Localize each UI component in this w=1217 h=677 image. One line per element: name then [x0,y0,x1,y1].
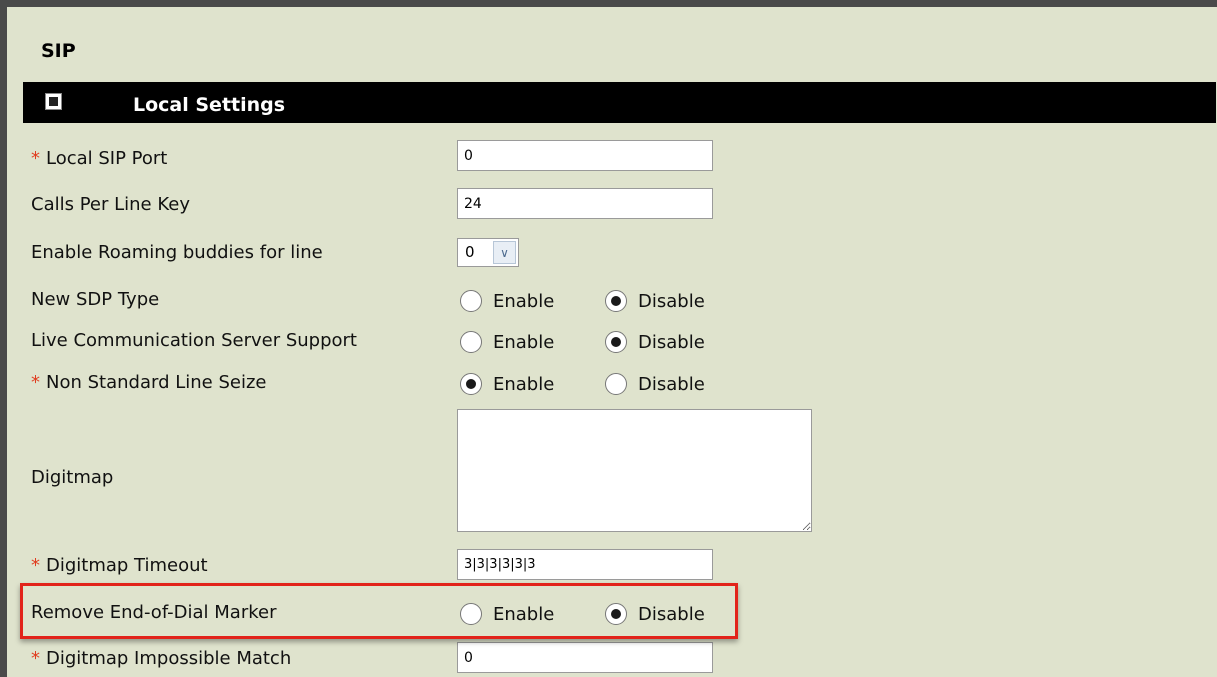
required-marker: * [31,148,40,169]
roaming-buddies-label: Enable Roaming buddies for line [31,242,323,263]
lcs-support-enable-label: Enable [493,332,555,353]
digitmap-textarea[interactable] [457,409,812,532]
new-sdp-type-enable-radio[interactable] [460,290,482,312]
digitmap-timeout-label: * Digitmap Timeout [31,555,208,576]
local-sip-port-label: * Local SIP Port [31,148,168,169]
digitmap-timeout-input[interactable] [457,549,713,580]
chevron-down-icon[interactable]: ∨ [493,241,516,264]
collapse-minus-icon[interactable] [45,93,62,110]
new-sdp-type-label: New SDP Type [31,289,160,310]
required-marker: * [31,372,40,393]
new-sdp-type-disable-label: Disable [638,291,705,312]
line-seize-disable-label: Disable [638,374,705,395]
digitmap-impossible-match-label: * Digitmap Impossible Match [31,648,292,669]
roaming-buddies-select[interactable]: 0 ∨ [457,238,519,267]
required-marker: * [31,648,40,669]
lcs-support-disable-label: Disable [638,332,705,353]
calls-per-line-key-label: Calls Per Line Key [31,194,190,215]
local-sip-port-input[interactable] [457,140,713,171]
settings-panel: SIP Local Settings *Local SIP Port Calls… [0,0,1217,677]
digitmap-label: Digitmap [31,467,114,488]
line-seize-enable-radio[interactable] [460,373,482,395]
section-title: SIP [41,40,76,62]
new-sdp-type-disable-radio[interactable] [605,290,627,312]
required-marker: * [31,555,40,576]
line-seize-disable-radio[interactable] [605,373,627,395]
lcs-support-enable-radio[interactable] [460,331,482,353]
lcs-support-label: Live Communication Server Support [31,330,357,351]
calls-per-line-key-input[interactable] [457,188,713,219]
line-seize-enable-label: Enable [493,374,555,395]
non-standard-line-seize-label: * Non Standard Line Seize [31,372,267,393]
roaming-buddies-selected: 0 [465,243,475,261]
local-settings-title: Local Settings [133,94,286,116]
highlight-box [20,583,738,639]
digitmap-impossible-match-input[interactable] [457,642,713,673]
new-sdp-type-enable-label: Enable [493,291,555,312]
lcs-support-disable-radio[interactable] [605,331,627,353]
